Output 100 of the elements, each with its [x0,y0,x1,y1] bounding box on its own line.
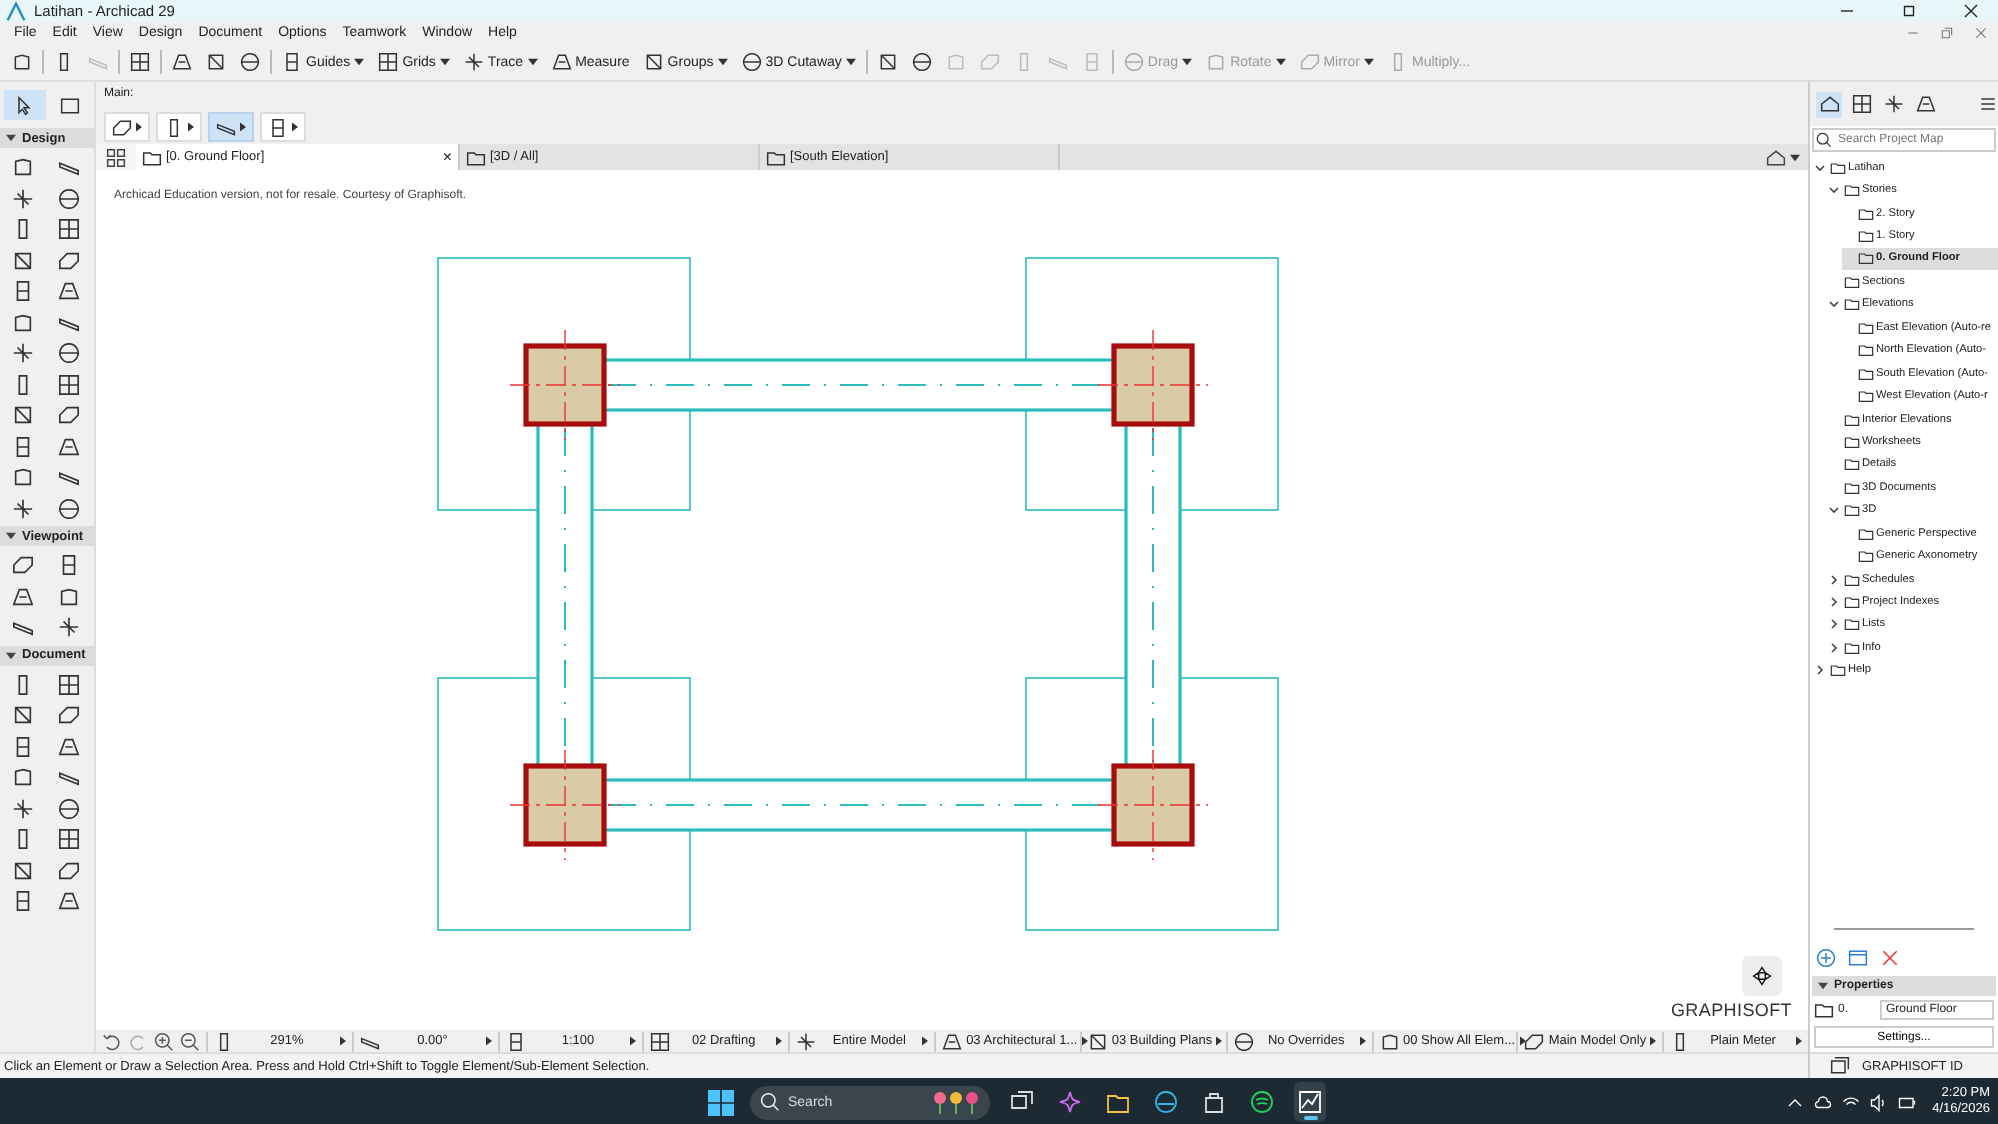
tool-icon [12,859,34,882]
info-box-button[interactable] [104,112,150,142]
restore-icon[interactable] [1940,26,1954,40]
view-button[interactable] [1816,91,1842,117]
tool-button[interactable] [10,247,36,274]
tool-icon [130,52,150,72]
tool-button[interactable] [56,216,82,243]
column [1097,749,1209,861]
info-box-button[interactable] [156,112,202,142]
tool-button[interactable] [56,433,82,460]
tool-icon [58,435,80,458]
tool-icon [58,187,80,210]
menu-icon[interactable] [1978,94,1998,114]
tool-icon [1388,52,1408,72]
tool-button[interactable] [10,795,36,822]
bag-icon [1202,1090,1226,1114]
speaker-icon[interactable] [1870,1093,1889,1111]
tool-button[interactable] [56,583,82,610]
tool-button[interactable] [10,583,36,610]
tool-button[interactable] [56,702,82,729]
tool-icon [58,554,80,577]
arrow-tool-button[interactable] [4,90,45,120]
option-icon [650,1031,671,1052]
tool-button[interactable] [10,402,36,429]
tool-icon [12,704,34,727]
tool-button[interactable] [10,154,36,181]
option-icon [1379,1031,1399,1052]
tool-button[interactable] [56,733,82,760]
tool-icon [12,585,34,608]
caret-icon [439,58,450,66]
tool-button[interactable] [56,614,82,641]
tool-icon [58,404,80,427]
tool-icon [12,554,34,577]
taskbar-app-button[interactable] [1294,1082,1326,1122]
tool-button[interactable] [10,702,36,729]
tool-button[interactable] [56,826,82,853]
tool-button[interactable] [10,495,36,522]
triangle-icon [1818,982,1828,990]
tool-button[interactable] [10,309,36,336]
start-icon[interactable] [708,1089,734,1115]
toolbar-button[interactable] [907,50,936,74]
tool-icon [12,797,34,820]
tool-button[interactable] [56,371,82,398]
house-icon[interactable] [1766,147,1786,167]
tool-button[interactable] [10,764,36,791]
panel-icon[interactable] [1848,948,1868,968]
maximize-icon[interactable] [1900,2,1918,20]
task-view-icon [1010,1090,1034,1114]
tool-button[interactable] [56,185,82,212]
tool-button[interactable] [56,278,82,305]
battery-icon[interactable] [1898,1093,1917,1111]
arrow-icon [339,1036,346,1047]
caret-icon [1790,153,1800,161]
grid-icon[interactable] [106,147,126,167]
sparkle-icon [1058,1090,1082,1114]
info-box-button[interactable] [208,112,254,142]
info-box-button[interactable] [260,112,306,142]
toolbar-button[interactable] [126,50,154,74]
close-icon[interactable] [1962,2,1980,20]
tool-icon [12,249,34,272]
tool-icon [58,616,80,639]
tool-button[interactable] [10,464,36,491]
undo-view-icon[interactable] [102,1031,122,1052]
wifi-icon[interactable] [1842,1093,1861,1111]
navigation-button[interactable] [1742,956,1782,997]
tool-button[interactable] [56,495,82,522]
tool-button[interactable] [56,857,82,884]
tool-icon [12,311,34,334]
tab-close[interactable]: × [442,148,452,166]
toolbar-button[interactable] [236,50,264,74]
arrow-icon [1519,1036,1525,1047]
view-button[interactable] [1848,91,1874,117]
tool-button[interactable] [56,340,82,367]
tool-icon [741,52,762,72]
browser-icon [1154,1090,1178,1114]
column [509,749,621,861]
tool-button[interactable] [56,888,82,915]
cloud-icon[interactable] [1814,1093,1833,1111]
view-button[interactable] [1912,91,1938,117]
arrow-icon [1795,1036,1802,1047]
add-icon[interactable] [1816,948,1836,968]
arrow-icon [188,122,194,132]
tool-icon [58,797,80,820]
tool-button[interactable] [56,247,82,274]
zoom-out-icon[interactable] [180,1031,200,1052]
tool-button[interactable] [56,402,82,429]
music-icon [1250,1090,1274,1114]
folder-icon [1814,1000,1834,1020]
tool-button[interactable] [10,552,36,579]
view-button[interactable] [1880,91,1906,117]
tool-icon [1123,52,1144,72]
zoom-in-icon[interactable] [154,1031,174,1052]
tool-button[interactable] [56,671,82,698]
tool-button[interactable] [10,185,36,212]
tool-button[interactable] [56,795,82,822]
triangle-icon [6,532,16,540]
tool-button[interactable] [10,857,36,884]
option-icon [1524,1031,1545,1052]
tool-button[interactable] [10,340,36,367]
toolbar-button[interactable] [168,50,196,74]
